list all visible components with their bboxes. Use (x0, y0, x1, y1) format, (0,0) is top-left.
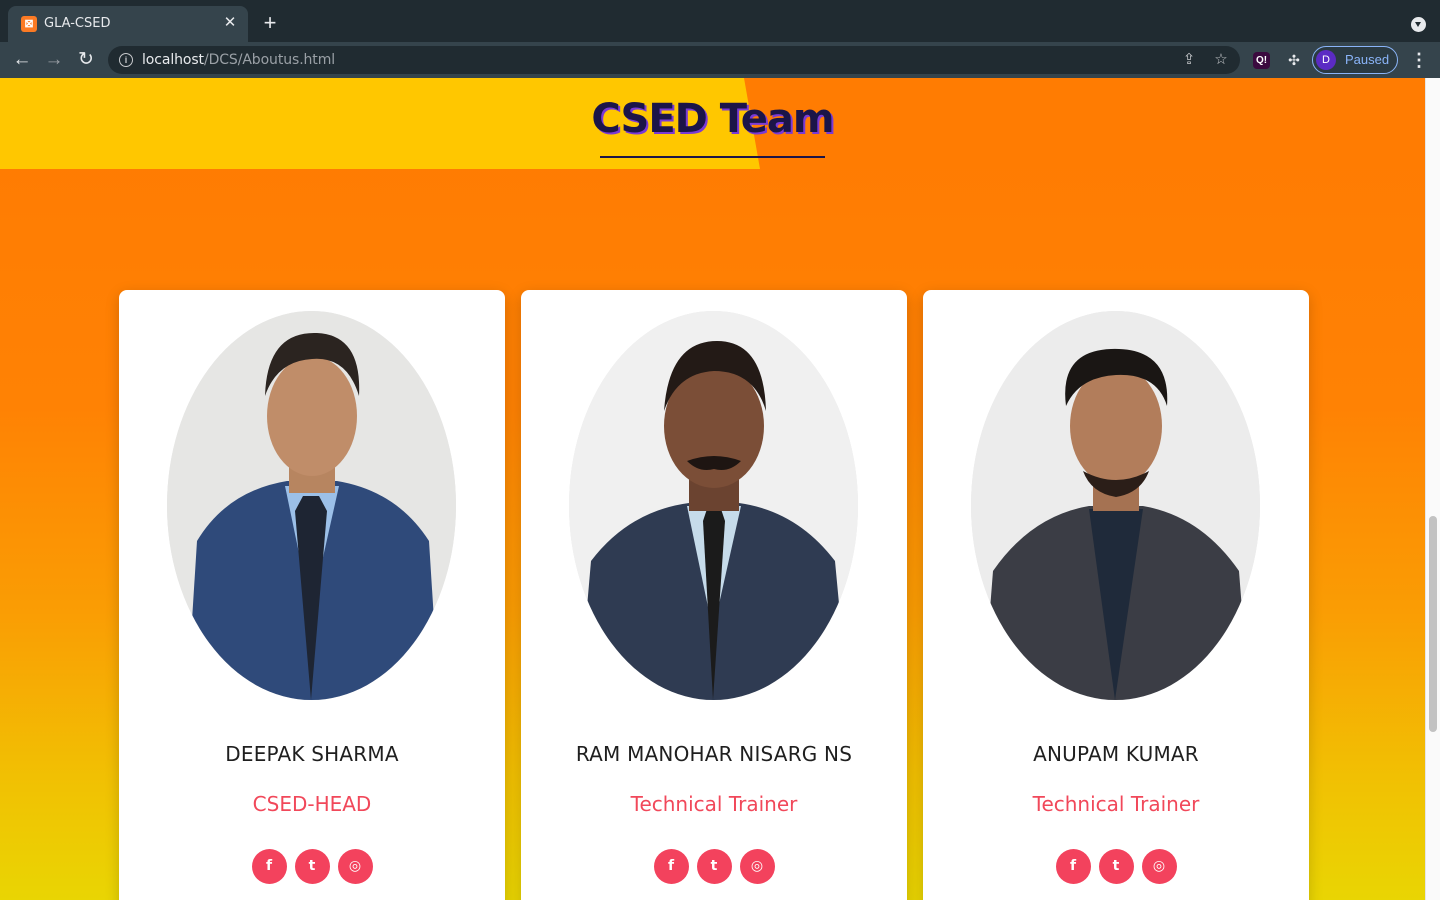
xampp-icon: ⊠ (21, 16, 37, 32)
instagram-icon[interactable]: ◎ (739, 849, 775, 884)
profile-button[interactable]: D Paused (1312, 46, 1398, 74)
member-role: Technical Trainer (1032, 792, 1200, 816)
member-photo (971, 311, 1260, 700)
menu-kebab-icon[interactable]: ⋮ (1410, 48, 1428, 72)
facebook-icon[interactable]: f (251, 849, 287, 884)
back-button[interactable]: ← (10, 48, 34, 72)
team-card: DEEPAK SHARMA CSED-HEAD f t ◎ (119, 290, 505, 900)
bookmark-star-icon[interactable]: ☆ (1212, 51, 1230, 69)
social-links: f t ◎ (521, 849, 907, 884)
new-tab-button[interactable]: + (259, 12, 281, 34)
twitter-icon[interactable]: t (696, 849, 732, 884)
social-links: f t ◎ (119, 849, 505, 884)
page-title: CSED Team (591, 96, 834, 142)
instagram-icon[interactable]: ◎ (1141, 849, 1177, 884)
tab-strip: ⊠ GLA-CSED ✕ + (0, 0, 1440, 42)
team-card: ANUPAM KUMAR Technical Trainer f t ◎ (923, 290, 1309, 900)
url-text[interactable]: localhost/DCS/Aboutus.html (142, 52, 335, 68)
twitter-icon[interactable]: t (294, 849, 330, 884)
browser-toolbar: ← → ↻ i localhost/DCS/Aboutus.html ⇪ ☆ Q… (0, 42, 1440, 78)
member-name: DEEPAK SHARMA (225, 742, 399, 766)
page-viewport: CSED Team DEEPAK SHARMA CSED-HEAD ft◎ (0, 78, 1440, 900)
title-underline (600, 156, 825, 158)
member-role: Technical Trainer (630, 792, 798, 816)
avatar: D (1316, 50, 1336, 70)
facebook-icon[interactable]: f (1055, 849, 1091, 884)
share-icon[interactable]: ⇪ (1180, 51, 1198, 69)
member-name: ANUPAM KUMAR (1033, 742, 1199, 766)
page-scrollbar[interactable] (1425, 78, 1440, 900)
instagram-icon[interactable]: ◎ (337, 849, 373, 884)
member-name: RAM MANOHAR NISARG NS (575, 742, 853, 766)
url-path: /DCS/Aboutus.html (203, 52, 336, 68)
puzzle-extensions-icon[interactable]: ✣ (1284, 50, 1304, 70)
heading-band: CSED Team (0, 78, 1425, 169)
url-host: localhost (142, 52, 204, 68)
twitter-icon[interactable]: t (1098, 849, 1134, 884)
scrollbar-thumb[interactable] (1429, 516, 1437, 732)
team-card: RAM MANOHAR NISARG NS Technical Trainer … (521, 290, 907, 900)
tab-search-icon[interactable] (1411, 17, 1426, 32)
profile-status: Paused (1345, 52, 1390, 67)
tab-title: GLA-CSED (44, 16, 111, 31)
site-info-icon[interactable]: i (119, 53, 133, 67)
member-photo (569, 311, 858, 700)
address-bar[interactable]: i localhost/DCS/Aboutus.html ⇪ ☆ (108, 46, 1240, 74)
member-photo (167, 311, 456, 700)
reload-button[interactable]: ↻ (74, 48, 98, 72)
close-tab-icon[interactable]: ✕ (220, 13, 240, 33)
social-links: f t ◎ (923, 849, 1309, 884)
facebook-icon[interactable]: f (653, 849, 689, 884)
extension-icon[interactable]: Q! (1253, 52, 1270, 69)
forward-button[interactable]: → (42, 48, 66, 72)
member-role: CSED-HEAD (252, 792, 372, 816)
active-tab[interactable]: ⊠ GLA-CSED ✕ (8, 6, 248, 42)
